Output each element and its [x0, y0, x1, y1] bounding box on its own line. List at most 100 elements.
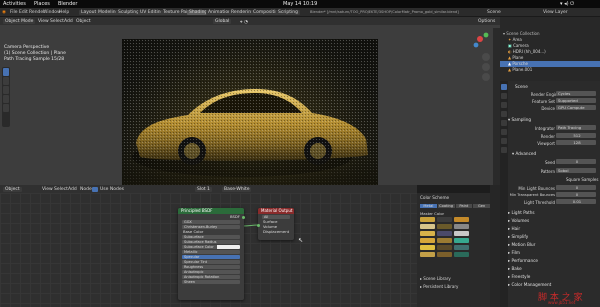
- color-swatch[interactable]: [454, 231, 469, 236]
- color-swatch[interactable]: [437, 238, 452, 243]
- sampling-panel-header[interactable]: ▾ Sampling: [508, 117, 531, 122]
- light-threshold-field[interactable]: 0.01: [556, 199, 596, 204]
- material-output-node[interactable]: Material Output All Surface Volume Displ…: [257, 208, 294, 240]
- tab-metal[interactable]: Metal: [420, 203, 437, 208]
- persistent-library-header[interactable]: ▸ Persistent Library: [420, 284, 458, 289]
- node-menu-node[interactable]: Node: [80, 187, 92, 192]
- anisotropic-field[interactable]: Anisotropic: [182, 269, 240, 274]
- scene-tab-icon[interactable]: [501, 111, 507, 117]
- principled-bsdf-node[interactable]: Principled BSDF BSDF GGX Christensen-Bur…: [178, 208, 245, 300]
- color-swatch[interactable]: [454, 224, 469, 229]
- simplify-panel-header[interactable]: ▸ Simplify: [508, 234, 528, 239]
- color-swatch[interactable]: [454, 217, 469, 222]
- motion-blur-panel-header[interactable]: ▸ Motion Blur: [508, 242, 535, 247]
- places-menu[interactable]: Places: [34, 1, 50, 7]
- min-light-bounces-field[interactable]: 0: [556, 185, 596, 190]
- device-dropdown[interactable]: GPU Compute: [556, 105, 596, 110]
- bake-panel-header[interactable]: ▸ Bake: [508, 266, 522, 271]
- world-tab-icon[interactable]: [501, 120, 507, 126]
- menu-object[interactable]: Object: [76, 19, 91, 24]
- render-samples-field[interactable]: 512: [556, 133, 596, 138]
- film-panel-header[interactable]: ▸ Film: [508, 250, 520, 255]
- tab-paint[interactable]: Paint: [455, 203, 473, 208]
- node-menu-view[interactable]: View: [42, 187, 53, 192]
- distribution-dropdown[interactable]: GGX: [182, 219, 240, 224]
- system-tray-icons[interactable]: ▾ ◂) ⏻: [560, 1, 574, 7]
- cursor-tool-icon[interactable]: [3, 77, 9, 85]
- color-swatch[interactable]: [437, 224, 452, 229]
- object-tab-icon[interactable]: [501, 129, 507, 135]
- color-swatch[interactable]: [420, 238, 435, 243]
- subsurface-color-field[interactable]: Subsurface Color: [182, 244, 240, 249]
- subsurface-radius-field[interactable]: Subsurface Radius: [182, 239, 240, 244]
- editor-type-selector[interactable]: Object: [3, 186, 22, 192]
- menu-edit[interactable]: Edit: [19, 10, 28, 15]
- subsurface-field[interactable]: Subsurface: [182, 234, 240, 239]
- volumes-panel-header[interactable]: ▸ Volumes: [508, 218, 529, 223]
- sheen-field[interactable]: Sheen: [182, 279, 240, 284]
- menu-add[interactable]: Add: [64, 19, 73, 24]
- activities-button[interactable]: Activities: [3, 1, 26, 7]
- blender-app-menu[interactable]: Blender: [58, 1, 77, 7]
- scene-selector[interactable]: Scene: [487, 10, 501, 15]
- zoom-icon[interactable]: [482, 53, 490, 61]
- freestyle-panel-header[interactable]: ▸ Freestyle: [508, 274, 530, 279]
- roughness-field[interactable]: Roughness: [182, 264, 240, 269]
- advanced-panel-header[interactable]: ▾ Advanced: [512, 151, 536, 156]
- color-swatch[interactable]: [454, 252, 469, 257]
- square-samples-checkbox[interactable]: Square Samples: [566, 177, 598, 182]
- view-layer-tab-icon[interactable]: [501, 102, 507, 108]
- modifier-tab-icon[interactable]: [501, 138, 507, 144]
- slot-selector[interactable]: Slot 1: [195, 186, 212, 192]
- navigation-gizmo-icon[interactable]: [470, 29, 490, 49]
- menu-view[interactable]: View: [38, 19, 49, 24]
- tab-scripting[interactable]: Scripting: [276, 10, 301, 15]
- tab-gen[interactable]: Gen: [473, 203, 490, 208]
- move-tool-icon[interactable]: [3, 86, 9, 94]
- target-dropdown[interactable]: All: [262, 214, 290, 219]
- node-sidebar-tabs[interactable]: [490, 185, 500, 307]
- performance-panel-header[interactable]: ▸ Performance: [508, 258, 538, 263]
- hair-panel-header[interactable]: ▸ Hair: [508, 226, 520, 231]
- color-swatch[interactable]: [420, 224, 435, 229]
- options-dropdown[interactable]: Options: [478, 19, 495, 24]
- pan-icon[interactable]: [482, 63, 490, 71]
- color-swatch[interactable]: [420, 217, 435, 222]
- color-swatch[interactable]: [454, 238, 469, 243]
- viewport-samples-field[interactable]: 128: [556, 140, 596, 145]
- node-menu-select[interactable]: Select: [54, 187, 68, 192]
- seed-field[interactable]: 0: [556, 159, 596, 164]
- orientation-selector[interactable]: Global: [213, 18, 232, 24]
- blender-logo-icon[interactable]: ◉: [2, 10, 6, 15]
- viewport-sidebar-tabs[interactable]: [493, 28, 500, 185]
- color-swatch[interactable]: [437, 217, 452, 222]
- menu-file[interactable]: File: [10, 10, 18, 15]
- properties-tabs[interactable]: [500, 81, 508, 307]
- color-swatch[interactable]: [420, 245, 435, 250]
- material-selector[interactable]: Base-White: [222, 186, 252, 192]
- render-engine-dropdown[interactable]: Cycles: [556, 91, 596, 96]
- anisotropic-rotation-field[interactable]: Anisotropic Rotation: [182, 274, 240, 279]
- integrator-dropdown[interactable]: Path Tracing: [556, 125, 596, 130]
- select-tool-icon[interactable]: [3, 68, 9, 76]
- menu-select[interactable]: Select: [50, 19, 64, 24]
- material-tab-icon[interactable]: [501, 147, 507, 153]
- color-swatch[interactable]: [420, 252, 435, 257]
- outliner[interactable]: ▾ Scene Collection ✦ Area ▣ Camera ◐ HDR…: [500, 17, 600, 81]
- use-nodes-checkbox[interactable]: [92, 186, 98, 192]
- output-tab-icon[interactable]: [501, 93, 507, 99]
- subsurface-method-dropdown[interactable]: Christensen-Burley: [182, 224, 240, 229]
- tab-coating[interactable]: Coating: [437, 203, 455, 208]
- color-swatch[interactable]: [437, 231, 452, 236]
- outliner-item[interactable]: ▲ Plane.001: [500, 67, 600, 73]
- color-swatch[interactable]: [420, 231, 435, 236]
- view-layer-selector[interactable]: View Layer: [543, 10, 568, 15]
- clock[interactable]: May 14 10:19: [283, 1, 317, 7]
- pattern-dropdown[interactable]: Sobol: [556, 168, 596, 173]
- scale-tool-icon[interactable]: [3, 104, 9, 112]
- light-paths-panel-header[interactable]: ▸ Light Paths: [508, 210, 535, 215]
- mode-selector[interactable]: Object Mode: [3, 18, 36, 24]
- camera-view-icon[interactable]: [482, 73, 490, 81]
- snap-icon[interactable]: ⌖ ◔: [240, 19, 248, 25]
- color-swatch[interactable]: [437, 245, 452, 250]
